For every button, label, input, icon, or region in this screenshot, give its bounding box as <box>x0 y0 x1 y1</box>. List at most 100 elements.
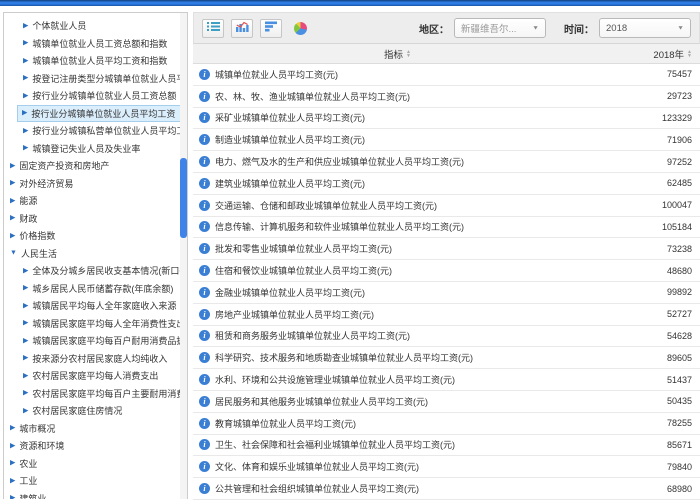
table-row[interactable]: 电力、燃气及水的生产和供应业城镇单位就业人员平均工资(元)97252 <box>193 151 700 173</box>
info-icon[interactable] <box>199 483 210 494</box>
indicator-name: 批发和零售业城镇单位就业人员平均工资(元) <box>215 242 612 255</box>
list-view-icon <box>207 19 220 37</box>
indicator-value: 89605 <box>612 353 700 363</box>
bar-chart-view-button[interactable] <box>231 19 253 38</box>
indicator-name: 信息传输、计算机服务和软件业城镇单位就业人员平均工资(元) <box>215 220 612 233</box>
time-dropdown[interactable]: 2018 ▼ <box>599 18 691 38</box>
sidebar-item[interactable]: 全体及分城乡居民收支基本情况(新口径) <box>4 262 187 280</box>
info-icon[interactable] <box>199 200 210 211</box>
indicator-value: 62485 <box>612 178 700 188</box>
sidebar-item[interactable]: 按行业分城镇单位就业人员工资总额 <box>4 87 187 105</box>
sidebar-item[interactable]: 固定资产投资和房地产 <box>4 157 187 175</box>
table-row[interactable]: 金融业城镇单位就业人员平均工资(元)99892 <box>193 282 700 304</box>
info-icon[interactable] <box>199 396 210 407</box>
sidebar-item[interactable]: 城镇单位就业人员工资总额和指数 <box>4 35 187 53</box>
sidebar-item-label: 城镇居民家庭平均每百户耐用消费品拥有量 <box>32 334 187 347</box>
table-row[interactable]: 制造业城镇单位就业人员平均工资(元)71906 <box>193 129 700 151</box>
info-icon[interactable] <box>199 91 210 102</box>
sidebar-item[interactable]: 能源 <box>4 192 187 210</box>
sidebar-item[interactable]: 城镇居民家庭平均每人全年消费性支出 <box>4 315 187 333</box>
collapsed-arrow-icon <box>10 494 15 499</box>
sidebar-item[interactable]: 农村居民家庭住房情况 <box>4 402 187 420</box>
table-row[interactable]: 房地产业城镇单位就业人员平均工资(元)52727 <box>193 304 700 326</box>
sidebar-item[interactable]: 农业 <box>4 455 187 473</box>
sidebar-item[interactable]: 城镇居民平均每人全年家庭收入来源 <box>4 297 187 315</box>
table-row[interactable]: 居民服务和其他服务业城镇单位就业人员平均工资(元)50435 <box>193 391 700 413</box>
table-row[interactable]: 信息传输、计算机服务和软件业城镇单位就业人员平均工资(元)105184 <box>193 217 700 239</box>
info-icon[interactable] <box>199 461 210 472</box>
info-icon[interactable] <box>199 243 210 254</box>
table-row[interactable]: 住宿和餐饮业城镇单位就业人员平均工资(元)48680 <box>193 260 700 282</box>
table-row[interactable]: 采矿业城镇单位就业人员平均工资(元)123329 <box>193 108 700 130</box>
collapsed-arrow-icon <box>23 319 28 327</box>
info-icon[interactable] <box>199 69 210 80</box>
collapsed-arrow-icon <box>23 301 28 309</box>
sidebar-item[interactable]: 城乡居民人民币储蓄存款(年底余额) <box>4 280 187 298</box>
sidebar-item[interactable]: 工业 <box>4 472 187 490</box>
info-icon[interactable] <box>199 178 210 189</box>
table-row[interactable]: 交通运输、仓储和邮政业城镇单位就业人员平均工资(元)100047 <box>193 195 700 217</box>
sidebar-item[interactable]: 价格指数 <box>4 227 187 245</box>
table-row[interactable]: 公共管理和社会组织城镇单位就业人员平均工资(元)68980 <box>193 478 700 500</box>
sidebar-item[interactable]: 城镇居民家庭平均每百户耐用消费品拥有量 <box>4 332 187 350</box>
bar-chart-icon <box>236 19 249 37</box>
sidebar-item[interactable]: 按登记注册类型分城镇单位就业人员平均工资 <box>4 70 187 88</box>
info-icon[interactable] <box>199 287 210 298</box>
collapsed-arrow-icon <box>23 56 28 64</box>
table-row[interactable]: 水利、环境和公共设施管理业城镇单位就业人员平均工资(元)51437 <box>193 369 700 391</box>
indicator-column-header[interactable]: 指标▲▼ <box>193 47 602 61</box>
sidebar-item[interactable]: 农村居民家庭平均每人消费支出 <box>4 367 187 385</box>
year-column-header[interactable]: 2018年▲▼ <box>602 47 700 61</box>
table-row[interactable]: 教育城镇单位就业人员平均工资(元)78255 <box>193 413 700 435</box>
indicator-value: 123329 <box>612 113 700 123</box>
table-row[interactable]: 科学研究、技术服务和地质勘查业城镇单位就业人员平均工资(元)89605 <box>193 347 700 369</box>
sidebar-item[interactable]: 对外经济贸易 <box>4 175 187 193</box>
sidebar-scrollbar[interactable] <box>180 13 187 499</box>
sidebar-item[interactable]: 城市概况 <box>4 420 187 438</box>
list-view-button[interactable] <box>202 19 224 38</box>
info-icon[interactable] <box>199 330 210 341</box>
info-icon[interactable] <box>199 418 210 429</box>
table-row[interactable]: 批发和零售业城镇单位就业人员平均工资(元)73238 <box>193 238 700 260</box>
table-row[interactable]: 建筑业城镇单位就业人员平均工资(元)62485 <box>193 173 700 195</box>
sidebar-item-label: 全体及分城乡居民收支基本情况(新口径) <box>32 264 187 277</box>
table-row[interactable]: 文化、体育和娱乐业城镇单位就业人员平均工资(元)79840 <box>193 456 700 478</box>
indicator-value: 73238 <box>612 244 700 254</box>
sidebar-item-label: 城镇登记失业人员及失业率 <box>32 142 140 155</box>
info-icon[interactable] <box>199 352 210 363</box>
info-icon[interactable] <box>199 156 210 167</box>
table-row[interactable]: 城镇单位就业人员平均工资(元)75457 <box>193 64 700 86</box>
collapsed-arrow-icon <box>23 91 28 99</box>
sidebar-item[interactable]: 按行业分城镇私营单位就业人员平均工资 <box>4 122 187 140</box>
info-icon[interactable] <box>199 374 210 385</box>
sidebar-item[interactable]: 财政 <box>4 210 187 228</box>
info-icon[interactable] <box>199 134 210 145</box>
sidebar-item[interactable]: 资源和环境 <box>4 437 187 455</box>
region-dropdown[interactable]: 新疆维吾尔... ▼ <box>454 18 546 38</box>
time-dropdown-value: 2018 <box>606 23 627 34</box>
sidebar-item[interactable]: 建筑业 <box>4 490 187 500</box>
sidebar-item-selected[interactable]: 按行业分城镇单位就业人员平均工资 <box>17 105 182 123</box>
info-icon[interactable] <box>199 265 210 276</box>
table-row[interactable]: 租赁和商务服务业城镇单位就业人员平均工资(元)54628 <box>193 326 700 348</box>
sidebar-scrollbar-thumb[interactable] <box>180 158 187 238</box>
table-row[interactable]: 卫生、社会保障和社会福利业城镇单位就业人员平均工资(元)85671 <box>193 435 700 457</box>
info-icon[interactable] <box>199 112 210 123</box>
sidebar-item-expanded[interactable]: 人民生活 <box>4 245 187 263</box>
sidebar-item[interactable]: 农村居民家庭平均每百户主要耐用消费品拥有量 <box>4 385 187 403</box>
sidebar-item-label: 按登记注册类型分城镇单位就业人员平均工资 <box>32 72 187 85</box>
info-icon[interactable] <box>199 221 210 232</box>
indicator-name: 金融业城镇单位就业人员平均工资(元) <box>215 286 612 299</box>
horizontal-bar-chart-view-button[interactable] <box>260 19 282 38</box>
table-row[interactable]: 农、林、牧、渔业城镇单位就业人员平均工资(元)29723 <box>193 86 700 108</box>
info-icon[interactable] <box>199 309 210 320</box>
pie-chart-view-button[interactable] <box>289 19 311 38</box>
sidebar-item[interactable]: 个体就业人员 <box>4 17 187 35</box>
indicator-name: 卫生、社会保障和社会福利业城镇单位就业人员平均工资(元) <box>215 438 612 451</box>
sidebar-item[interactable]: 城镇登记失业人员及失业率 <box>4 140 187 158</box>
info-icon[interactable] <box>199 439 210 450</box>
sidebar-item[interactable]: 城镇单位就业人员平均工资和指数 <box>4 52 187 70</box>
indicator-value: 78255 <box>612 418 700 428</box>
collapsed-arrow-icon <box>23 39 28 47</box>
sidebar-item[interactable]: 按来源分农村居民家庭人均纯收入 <box>4 350 187 368</box>
